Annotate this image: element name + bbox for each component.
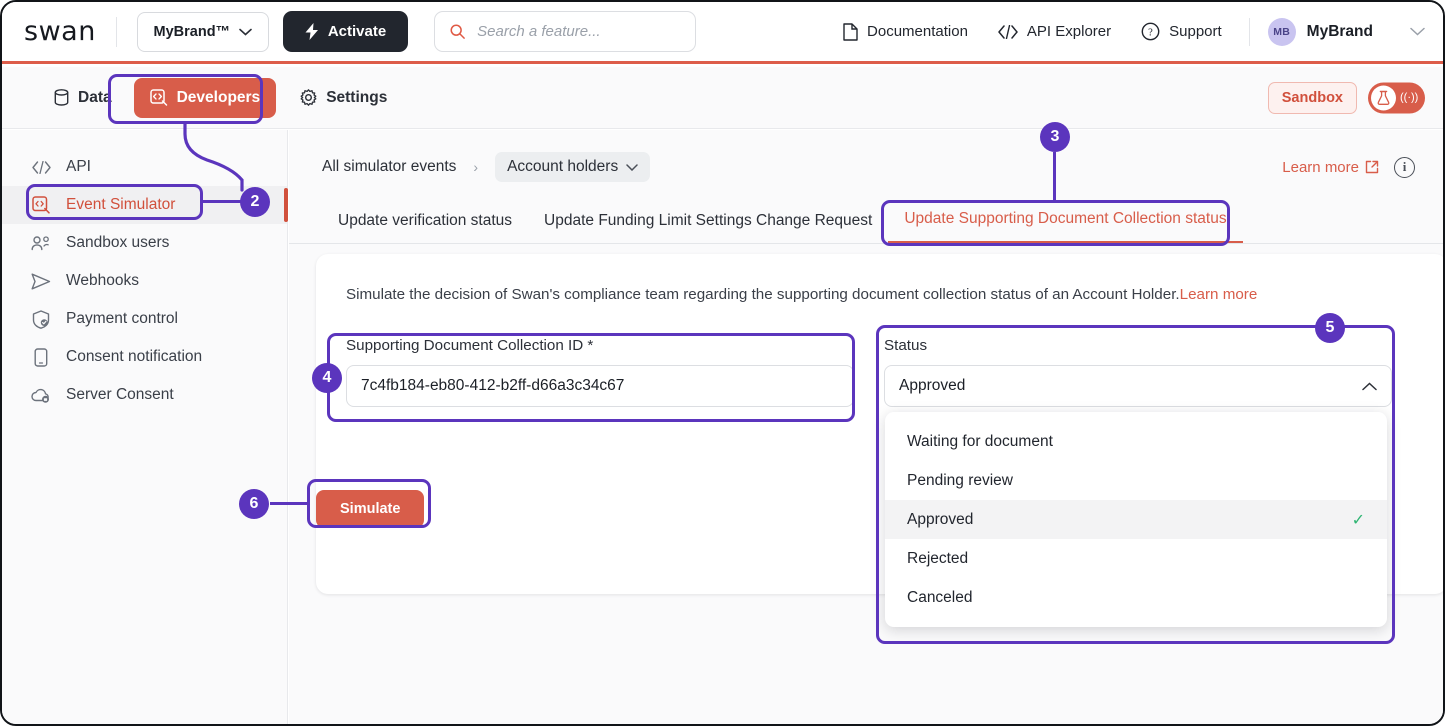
annotation-connector-developers-to-2 [2,2,1445,726]
annotation-badge-6: 6 [239,489,269,519]
annotation-badge-4: 4 [312,363,342,393]
annotation-badge-5: 5 [1315,313,1345,343]
annotation-line-3 [1053,152,1056,202]
app-window: swan MyBrand™ Activate [0,0,1445,726]
annotation-badge-3: 3 [1040,122,1070,152]
annotation-line-2 [203,200,241,203]
annotation-badge-2: 2 [240,187,270,217]
annotation-line-6 [270,502,309,505]
